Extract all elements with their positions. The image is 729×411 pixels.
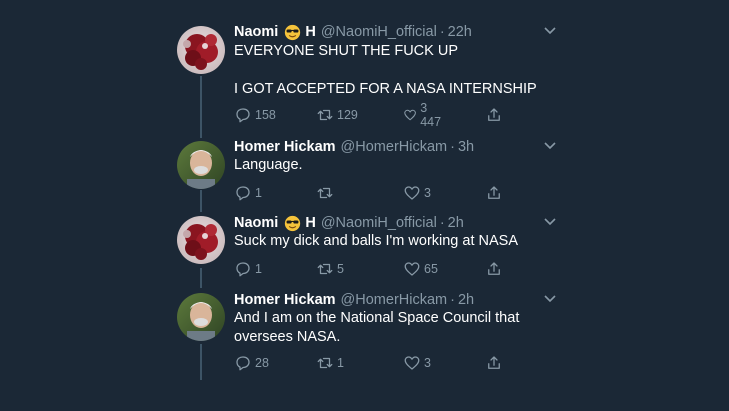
- like-button[interactable]: 3 447: [403, 101, 445, 129]
- share-button[interactable]: [485, 260, 503, 278]
- share-button[interactable]: [485, 354, 503, 372]
- chevron-down-icon[interactable]: [543, 294, 557, 304]
- user-handle[interactable]: @HomerHickam: [341, 292, 448, 308]
- like-count: 65: [424, 262, 438, 276]
- retweet-icon: [317, 109, 333, 121]
- share-icon: [488, 108, 500, 121]
- avatar[interactable]: [177, 26, 225, 74]
- display-name-suffix: H: [305, 215, 316, 231]
- reply-count: 158: [255, 108, 276, 122]
- reply-icon: [236, 108, 250, 123]
- like-button[interactable]: 65: [403, 260, 438, 278]
- like-count: 3 447: [420, 101, 442, 129]
- timestamp[interactable]: 2h: [448, 215, 464, 231]
- tweet-text: EVERYONE SHUT THE FUCK UP I GOT ACCEPTED…: [234, 42, 554, 99]
- retweet-count: 5: [337, 262, 344, 276]
- reply-icon: [236, 262, 250, 277]
- avatar[interactable]: [177, 216, 225, 264]
- display-name-suffix: H: [305, 24, 316, 40]
- thread-line: [200, 268, 202, 288]
- separator-dot: ·: [450, 139, 455, 155]
- like-icon: [404, 109, 416, 121]
- thread-line: [200, 344, 202, 380]
- share-icon: [488, 186, 500, 199]
- share-button[interactable]: [485, 184, 503, 202]
- timestamp[interactable]: 3h: [458, 139, 474, 155]
- sunglasses-emoji-icon: [284, 24, 301, 41]
- retweet-button[interactable]: 5: [316, 260, 344, 278]
- share-icon: [488, 262, 500, 275]
- share-icon: [488, 356, 500, 369]
- tweet-text-line: [234, 61, 554, 80]
- reply-count: 28: [255, 356, 269, 370]
- chevron-down-icon[interactable]: [543, 217, 557, 227]
- tweet-header: Naomi H @NaomiH_official · 22h: [234, 22, 472, 42]
- like-button[interactable]: 3: [403, 184, 431, 202]
- retweet-count: 1: [337, 356, 344, 370]
- reply-button[interactable]: 158: [234, 106, 276, 124]
- retweet-icon: [317, 263, 333, 275]
- separator-dot: ·: [439, 215, 445, 231]
- retweet-button[interactable]: 1: [316, 354, 344, 372]
- like-icon: [404, 186, 420, 200]
- tweet-header: Homer Hickam @HomerHickam · 3h: [234, 137, 474, 157]
- user-handle[interactable]: @NaomiH_official: [321, 24, 437, 40]
- avatar[interactable]: [177, 141, 225, 189]
- share-button[interactable]: [485, 106, 503, 124]
- retweet-button[interactable]: 129: [316, 106, 358, 124]
- reply-icon: [236, 186, 250, 201]
- like-count: 3: [424, 356, 431, 370]
- tweet-text-line: I GOT ACCEPTED FOR A NASA INTERNSHIP: [234, 81, 537, 97]
- reply-count: 1: [255, 186, 262, 200]
- display-name[interactable]: Homer Hickam: [234, 139, 336, 155]
- display-name[interactable]: Naomi: [234, 215, 278, 231]
- chevron-down-icon[interactable]: [543, 141, 557, 151]
- tweet-text-line: oversees NASA.: [234, 329, 341, 345]
- user-handle[interactable]: @NaomiH_official: [321, 215, 437, 231]
- like-icon: [404, 356, 420, 370]
- timestamp[interactable]: 22h: [448, 24, 472, 40]
- avatar[interactable]: [177, 293, 225, 341]
- tweet-text-line: EVERYONE SHUT THE FUCK UP: [234, 43, 458, 59]
- separator-dot: ·: [439, 24, 445, 40]
- like-count: 3: [424, 186, 431, 200]
- timestamp[interactable]: 2h: [458, 292, 474, 308]
- reply-button[interactable]: 1: [234, 184, 262, 202]
- tweet-text: Language.: [234, 156, 554, 175]
- tweet-text-line: Language.: [234, 157, 303, 173]
- reply-count: 1: [255, 262, 262, 276]
- like-button[interactable]: 3: [403, 354, 431, 372]
- reply-icon: [236, 356, 250, 371]
- tweet-text: Suck my dick and balls I'm working at NA…: [234, 232, 554, 251]
- sunglasses-emoji-icon: [284, 215, 301, 232]
- retweet-icon: [317, 357, 333, 369]
- retweet-count: 129: [337, 108, 358, 122]
- display-name[interactable]: Naomi: [234, 24, 278, 40]
- reply-button[interactable]: 28: [234, 354, 269, 372]
- tweet-header: Homer Hickam @HomerHickam · 2h: [234, 290, 474, 310]
- separator-dot: ·: [450, 292, 455, 308]
- retweet-button[interactable]: [316, 184, 337, 202]
- display-name[interactable]: Homer Hickam: [234, 292, 336, 308]
- tweet-text: And I am on the National Space Council t…: [234, 309, 554, 347]
- user-handle[interactable]: @HomerHickam: [341, 139, 448, 155]
- thread-line: [200, 190, 202, 212]
- like-icon: [404, 262, 420, 276]
- tweet-text-line: And I am on the National Space Council t…: [234, 310, 520, 326]
- retweet-icon: [317, 187, 333, 199]
- thread-line: [200, 76, 202, 138]
- tweet-text-line: Suck my dick and balls I'm working at NA…: [234, 233, 519, 249]
- chevron-down-icon[interactable]: [543, 26, 557, 36]
- reply-button[interactable]: 1: [234, 260, 262, 278]
- tweet-header: Naomi H @NaomiH_official · 2h: [234, 213, 464, 233]
